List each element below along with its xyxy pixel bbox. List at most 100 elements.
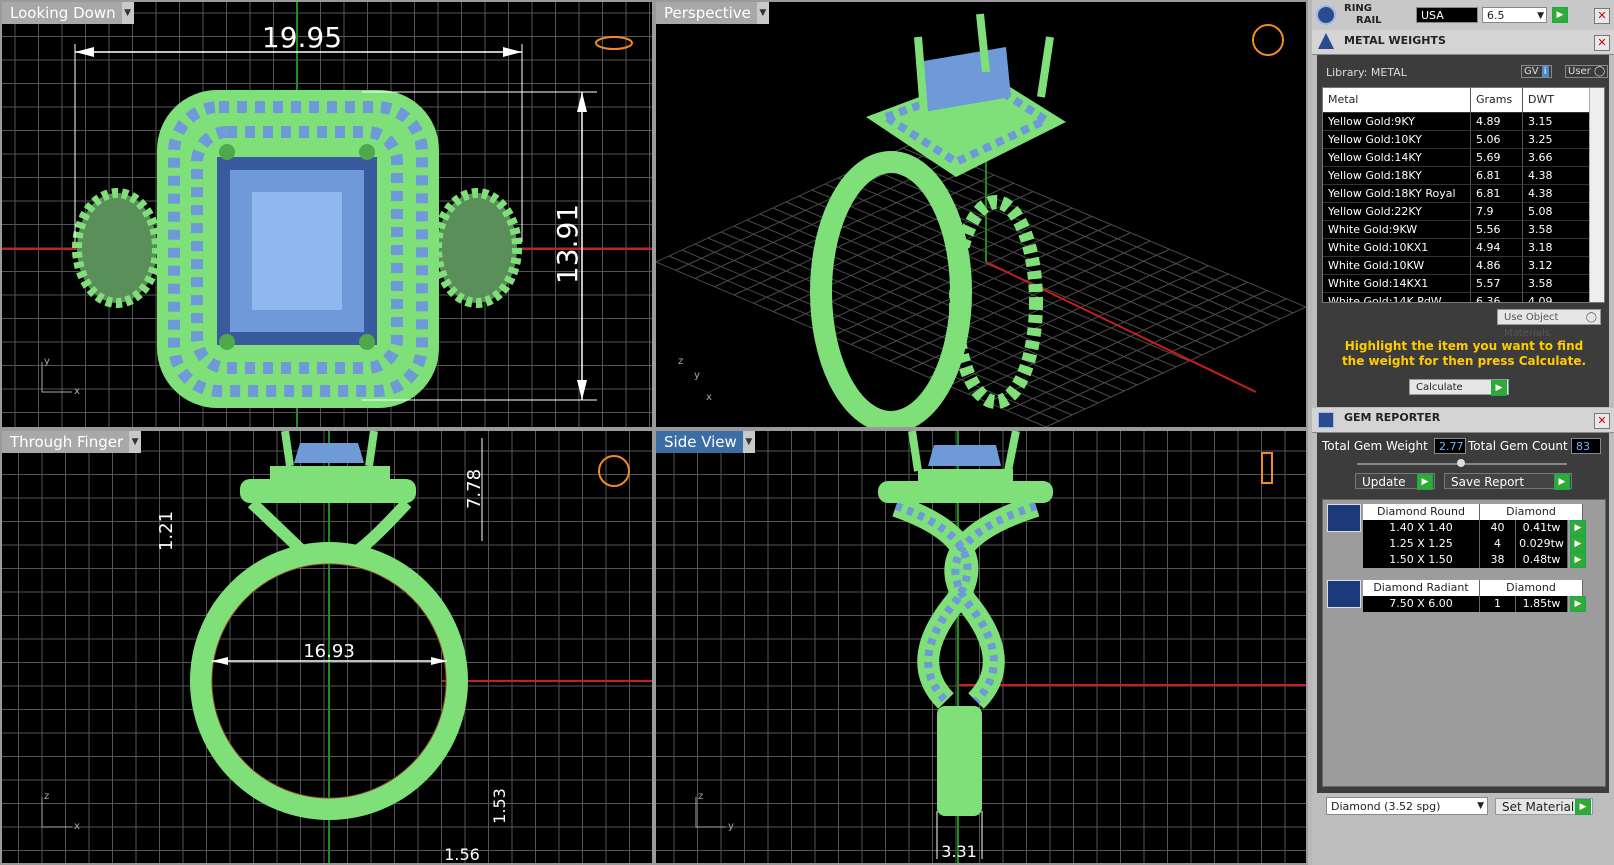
dwt-cell: 4.38: [1523, 167, 1590, 184]
chevron-down-icon[interactable]: ▼: [121, 2, 134, 24]
library-label: Library: METAL: [1326, 66, 1407, 79]
orientation-icon: [595, 36, 633, 50]
gem-weight-cell: 0.48tw: [1516, 552, 1568, 568]
axis-y-label: y: [694, 370, 700, 381]
dim-shank-thickness: 1.53: [490, 788, 509, 824]
close-icon[interactable]: ✕: [1594, 35, 1610, 51]
close-icon[interactable]: ✕: [1594, 413, 1610, 429]
gem-weight-cell: 0.029tw: [1516, 536, 1568, 552]
play-icon: ▶: [1491, 380, 1507, 396]
save-report-button[interactable]: Save Report ▶: [1444, 473, 1572, 490]
table-row[interactable]: White Gold:14KX1 5.57 3.58: [1323, 274, 1604, 292]
gem-shape-icon: [1327, 580, 1361, 608]
table-row[interactable]: Yellow Gold:10KY 5.06 3.25: [1323, 130, 1604, 148]
dim-head-height: 7.78: [464, 469, 485, 509]
close-icon[interactable]: ✕: [1594, 8, 1610, 24]
update-button[interactable]: Update ▶: [1355, 473, 1435, 490]
gem-count-cell: 1: [1480, 596, 1516, 612]
chevron-down-icon: ▼: [1477, 801, 1484, 811]
ring-rail-go-button[interactable]: ▶: [1552, 7, 1568, 23]
gem-row[interactable]: 1.40 X 1.40 40 0.41tw ▶: [1363, 520, 1603, 536]
gem-row[interactable]: 1.50 X 1.50 38 0.48tw ▶: [1363, 552, 1603, 568]
info-icon: i: [1541, 66, 1549, 77]
gem-weight-cell: 0.41tw: [1516, 520, 1568, 536]
dwt-cell: 3.58: [1523, 275, 1590, 292]
table-row[interactable]: White Gold:10KX1 4.94 3.18: [1323, 238, 1604, 256]
viewport-looking-down[interactable]: 19.95 13.91 y x Looking Down ▼: [0, 0, 654, 429]
dwt-cell: 4.09: [1523, 293, 1590, 302]
gem-row[interactable]: 1.25 X 1.25 4 0.029tw ▶: [1363, 536, 1603, 552]
gv-toggle[interactable]: GV i: [1521, 65, 1552, 78]
viewport-tab-through-finger[interactable]: Through Finger ▼: [2, 431, 142, 453]
viewport-tab-perspective[interactable]: Perspective ▼: [656, 2, 769, 24]
grams-cell: 4.86: [1471, 257, 1523, 274]
gem-reporter-title: GEM REPORTER: [1344, 411, 1441, 424]
gem-size-cell: 1.25 X 1.25: [1363, 536, 1480, 552]
gem-material-label: Diamond: [1480, 580, 1583, 596]
ring-side-render: 3.31 z y: [695, 431, 1306, 863]
orientation-icon: [1261, 452, 1273, 484]
set-material-button[interactable]: Set Material ▶: [1495, 798, 1593, 815]
gem-row-play-button[interactable]: ▶: [1570, 552, 1586, 568]
table-row[interactable]: White Gold:9KW 5.56 3.58: [1323, 220, 1604, 238]
gem-row-play-button[interactable]: ▶: [1570, 520, 1586, 536]
metal-name-cell: Yellow Gold:9KY: [1323, 113, 1471, 130]
set-material-label: Set Material: [1502, 800, 1575, 814]
table-row[interactable]: White Gold:10KW 4.86 3.12: [1323, 256, 1604, 274]
viewport-through-finger[interactable]: 7.78 1.21 16.93 1.53 1.56 z x Through Fi…: [0, 429, 654, 865]
play-icon: ▶: [1417, 474, 1433, 490]
chevron-down-icon[interactable]: ▼: [756, 2, 769, 24]
table-row[interactable]: Yellow Gold:18KY 6.81 4.38: [1323, 166, 1604, 184]
gem-reporter-body: Total Gem Weight 2.77 Total Gem Count 83…: [1317, 433, 1609, 793]
grams-cell: 4.89: [1471, 113, 1523, 130]
table-row[interactable]: White Gold:14K PdW 6.36 4.09: [1323, 292, 1604, 302]
gem-reporter-bar: GEM REPORTER ✕: [1312, 408, 1614, 433]
col-grams[interactable]: Grams: [1471, 88, 1523, 112]
gem-row-play-button[interactable]: ▶: [1570, 536, 1586, 552]
region-field[interactable]: USA: [1416, 7, 1478, 23]
dim-shank-side: 3.31: [941, 842, 977, 861]
gem-material-label: Diamond: [1480, 504, 1583, 520]
axis-y-label: y: [728, 821, 734, 832]
use-object-materials-button[interactable]: Use Object Materials ◯: [1497, 309, 1601, 339]
user-toggle[interactable]: User ◯: [1565, 65, 1609, 78]
grams-cell: 7.9: [1471, 203, 1523, 220]
dim-width-top: 19.95: [262, 21, 342, 54]
play-icon: ▶: [1554, 474, 1570, 490]
gem-group-header: Diamond Radiant Diamond: [1363, 580, 1583, 596]
ring-size-select[interactable]: 6.5 ▼: [1482, 7, 1547, 23]
slider-handle[interactable]: [1457, 459, 1465, 467]
table-row[interactable]: Yellow Gold:18KY Royal 6.81 4.38: [1323, 184, 1604, 202]
viewport-tab-side-view[interactable]: Side View ▼: [656, 431, 755, 453]
material-select-value: Diamond (3.52 spg): [1331, 800, 1441, 813]
material-select[interactable]: Diamond (3.52 spg) ▼: [1326, 797, 1488, 815]
chevron-down-icon[interactable]: ▼: [129, 431, 142, 453]
chevron-down-icon: ▼: [1537, 11, 1544, 21]
gem-slider[interactable]: [1357, 459, 1567, 467]
metal-table-scrollbar[interactable]: [1589, 88, 1604, 302]
use-object-materials-label: Use Object Materials: [1504, 312, 1559, 339]
table-row[interactable]: Yellow Gold:9KY 4.89 3.15: [1323, 112, 1604, 130]
table-row[interactable]: Yellow Gold:22KY 7.9 5.08: [1323, 202, 1604, 220]
viewport-perspective[interactable]: z y x Perspective ▼: [654, 0, 1308, 429]
total-weight-label: Total Gem Weight: [1322, 439, 1428, 453]
metal-name-cell: Yellow Gold:18KY: [1323, 167, 1471, 184]
col-dwt[interactable]: DWT: [1523, 88, 1590, 112]
ring-rail-icon: [1316, 5, 1336, 25]
grams-cell: 6.81: [1471, 167, 1523, 184]
dim-gallery: 1.21: [156, 511, 177, 551]
viewport-side-view[interactable]: 3.31 z y Side View ▼: [654, 429, 1308, 865]
viewport-tab-looking-down[interactable]: Looking Down ▼: [2, 2, 134, 24]
ring-rail-title-2: RAIL: [1356, 15, 1382, 26]
table-row[interactable]: Yellow Gold:14KY 5.69 3.66: [1323, 148, 1604, 166]
calculate-button[interactable]: Calculate ▶: [1409, 379, 1509, 396]
axis-x-label: x: [74, 386, 80, 397]
dwt-cell: 3.25: [1523, 131, 1590, 148]
ring-top-render: 19.95 13.91 y x: [2, 2, 652, 427]
chevron-down-icon[interactable]: ▼: [742, 431, 755, 453]
axis-y-label: y: [44, 356, 50, 367]
gem-row-play-button[interactable]: ▶: [1570, 596, 1586, 612]
gem-row[interactable]: 7.50 X 6.00 1 1.85tw ▶: [1363, 596, 1603, 612]
metal-weights-body: Library: METAL GV i User ◯ Metal Grams D…: [1317, 55, 1609, 407]
col-metal[interactable]: Metal: [1323, 88, 1471, 112]
